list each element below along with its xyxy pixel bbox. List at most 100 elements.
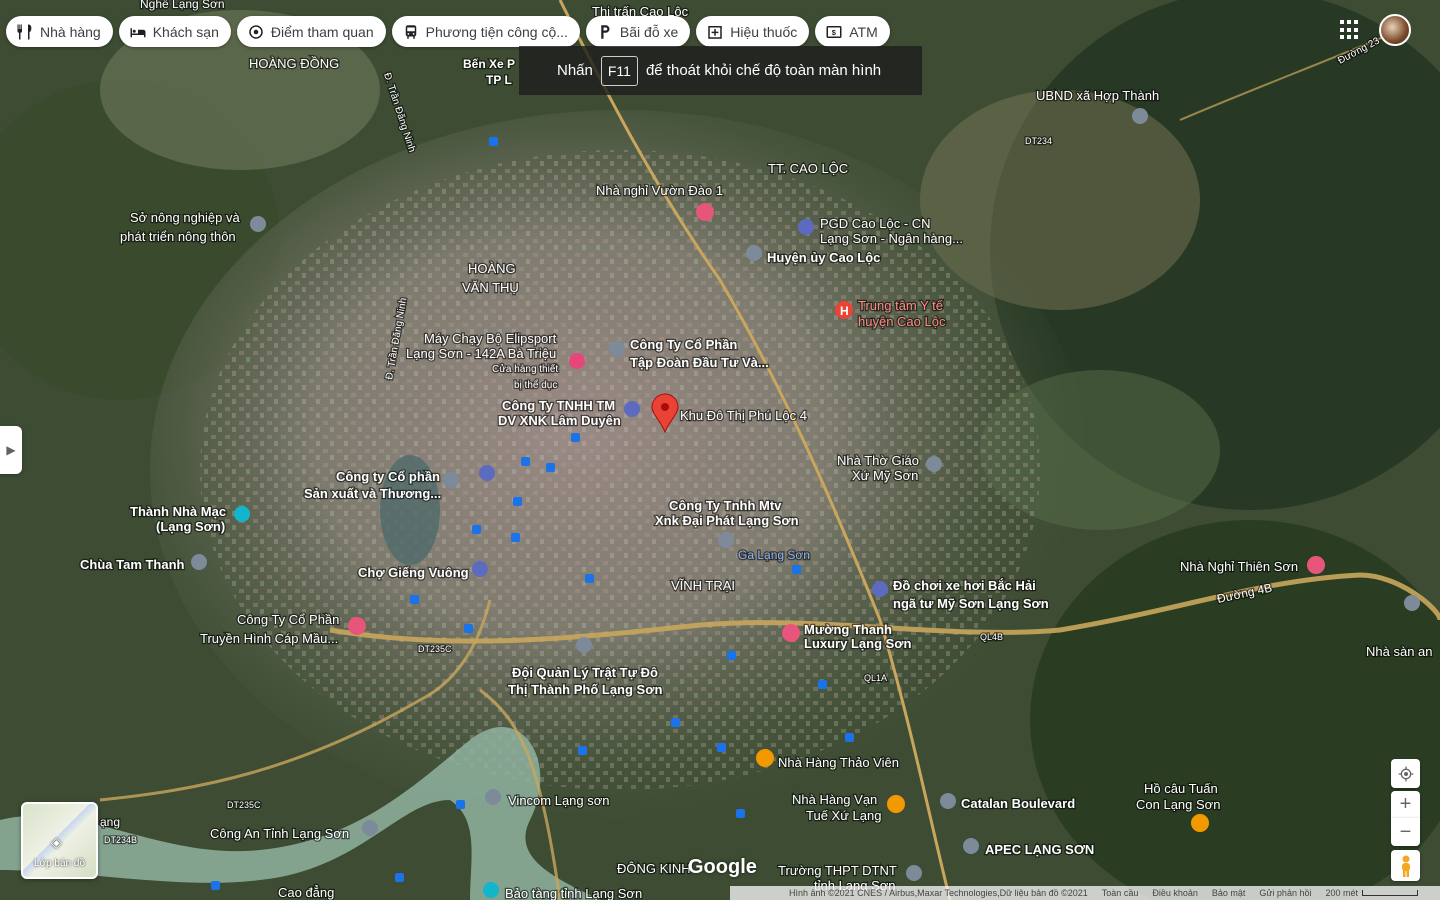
- label-doi-quan-ly-2: Thị Thành Phố Lạng Sơn: [508, 682, 662, 697]
- poi-pin[interactable]: [483, 882, 499, 898]
- poi-pin[interactable]: [872, 581, 888, 597]
- chip-transit[interactable]: Phương tiện công cộ...: [391, 16, 580, 47]
- poi-pin[interactable]: [1404, 595, 1420, 611]
- chip-pharmacy[interactable]: Hiệu thuốc: [696, 16, 810, 47]
- shield-dt234: DT234: [1025, 136, 1052, 146]
- label-vincom: Vincom Lạng sơn: [508, 793, 610, 808]
- label-hoang-van-thu-2: VĂN THỤ: [462, 280, 519, 295]
- hotel-pin[interactable]: [348, 617, 366, 635]
- layers-label: Lớp bản đồ: [33, 858, 86, 869]
- label-do-choi-bac-hai-1: Đồ chơi xe hơi Bắc Hải: [893, 578, 1036, 593]
- fullscreen-notice: Nhấn F11 để thoát khỏi chế độ toàn màn h…: [519, 46, 922, 95]
- label-may-chay-bo-2: Lạng Sơn - 142A Bà Triệu: [406, 346, 556, 361]
- chip-label: ATM: [849, 23, 878, 40]
- poi-pin[interactable]: [362, 820, 378, 836]
- poi-pin[interactable]: [479, 465, 495, 481]
- poi-pin[interactable]: [485, 789, 501, 805]
- poi-pin[interactable]: [472, 561, 488, 577]
- hotel-pin[interactable]: [1307, 556, 1325, 574]
- terms-link[interactable]: Điều khoản: [1152, 888, 1198, 898]
- label-nha-tho-2: Xứ Mỹ Sơn: [852, 468, 918, 483]
- label-do-choi-bac-hai-2: ngã tư Mỹ Sơn Lạng Sơn: [893, 596, 1049, 611]
- label-ho-cau-2: Con Lạng Sơn: [1136, 797, 1220, 812]
- zoom-out-button[interactable]: −: [1391, 818, 1420, 846]
- label-bao-tang: Bảo tàng tỉnh Lạng Sơn: [505, 886, 642, 900]
- chip-hotels[interactable]: Khách sạn: [118, 16, 231, 47]
- label-nha-hang-thao-vien: Nhà Hàng Thảo Viên: [778, 755, 899, 770]
- poi-pin[interactable]: [576, 637, 592, 653]
- label-trung-tam-y-te-1: Trung tâm Y tế: [858, 298, 944, 313]
- poi-pin[interactable]: [718, 532, 734, 548]
- crosshair-icon: [1398, 766, 1413, 781]
- satellite-map[interactable]: Nghề Lạng Sơn Thị trấn Cao Lộc HOÀNG ĐỒN…: [0, 0, 1440, 900]
- poi-pin[interactable]: [926, 456, 942, 472]
- category-chip-bar: Nhà hàng Khách sạn Điểm tham quan Phương…: [6, 16, 890, 47]
- label-cty-san-xuat-2: Sản xuất và Thương...: [304, 486, 441, 501]
- shield-dt235c: DT235C: [418, 644, 452, 654]
- label-dai-phat-2: Xnk Đại Phát Lạng Sơn: [655, 513, 799, 528]
- hospital-pin[interactable]: H: [835, 301, 853, 319]
- poi-pin[interactable]: [569, 353, 585, 369]
- poi-pin[interactable]: [624, 401, 640, 417]
- label-khu-do-thi-phu-loc-4: Khu Đô Thị Phú Lộc 4: [680, 408, 807, 423]
- chip-atm[interactable]: $ ATM: [815, 16, 890, 47]
- food-pin[interactable]: [756, 749, 774, 767]
- map-footer: Hình ảnh ©2021 CNES / Airbus,Maxar Techn…: [730, 886, 1440, 900]
- label-dai-phat-1: Công Ty Tnhh Mtv: [669, 498, 782, 513]
- plus-icon: +: [1399, 793, 1412, 815]
- label-cua-hang-1: Cửa hàng thiết: [492, 363, 558, 375]
- poi-pin[interactable]: [746, 245, 762, 261]
- food-pin[interactable]: [1191, 814, 1209, 832]
- poi-pin[interactable]: [906, 865, 922, 881]
- label-tt-cao-loc: TT. CAO LỘC: [768, 161, 848, 176]
- hotel-pin[interactable]: [782, 624, 800, 642]
- street-view-pegman-button[interactable]: [1391, 850, 1420, 881]
- label-catalan: Catalan Boulevard: [961, 796, 1075, 811]
- label-cty-san-xuat-1: Công ty Cổ phần: [336, 469, 440, 484]
- poi-pin[interactable]: [191, 554, 207, 570]
- notice-suffix: để thoát khỏi chế độ toàn màn hình: [645, 62, 882, 79]
- avatar[interactable]: [1379, 14, 1411, 46]
- svg-text:$: $: [832, 28, 837, 37]
- poi-pin[interactable]: [1132, 108, 1148, 124]
- zoom-in-button[interactable]: +: [1391, 791, 1420, 818]
- poi-pin[interactable]: [798, 219, 814, 235]
- shield-ql4b: QL4B: [980, 632, 1003, 642]
- hotel-pin[interactable]: [696, 203, 714, 221]
- label-so-nong-nghiep-2: phát triển nông thôn: [120, 229, 236, 244]
- chip-parking[interactable]: Bãi đỗ xe: [585, 16, 691, 47]
- atm-icon: $: [826, 25, 842, 38]
- shield-dt235c-2: DT235C: [227, 800, 261, 810]
- label-cong-ty-tap-doan-2: Tập Đoàn Đầu Tư Và...: [630, 355, 769, 370]
- label-doi-quan-ly-1: Đội Quản Lý Trật Tự Đô: [512, 665, 658, 680]
- chip-attractions[interactable]: Điểm tham quan: [236, 16, 386, 47]
- label-ubnd-hop-thanh: UBND xã Hợp Thành: [1036, 88, 1159, 103]
- poi-pin[interactable]: [234, 506, 250, 522]
- my-location-button[interactable]: [1391, 759, 1420, 788]
- chip-restaurants[interactable]: Nhà hàng: [6, 16, 113, 47]
- label-chua-tam-thanh: Chùa Tam Thanh: [80, 557, 185, 572]
- imagery-attribution: Hình ảnh ©2021 CNES / Airbus,Maxar Techn…: [788, 888, 1088, 898]
- notice-prefix: Nhấn: [557, 62, 593, 79]
- layers-button[interactable]: ◈ Lớp bản đồ: [21, 802, 98, 879]
- label-pgd-cao-loc-1: PGD Cao Lộc - CN: [820, 216, 931, 231]
- label-may-chay-bo-1: Máy Chạy Bộ Elipsport: [424, 331, 557, 346]
- feedback-link[interactable]: Gửi phản hồi: [1259, 888, 1311, 898]
- poi-pin[interactable]: [443, 472, 459, 488]
- poi-pin[interactable]: [940, 793, 956, 809]
- poi-pin[interactable]: [963, 838, 979, 854]
- scale-bar[interactable]: 200 mét: [1325, 888, 1418, 898]
- poi-pin[interactable]: [609, 341, 625, 357]
- chip-label: Nhà hàng: [40, 23, 101, 40]
- label-cao-dang: Cao đẳng: [278, 885, 334, 900]
- food-pin[interactable]: [887, 795, 905, 813]
- privacy-link[interactable]: Bảo mật: [1212, 888, 1246, 898]
- expand-side-panel-button[interactable]: ▶: [0, 426, 22, 474]
- label-nha-san-an: Nhà sàn an: [1366, 644, 1433, 659]
- label-cho-gieng-vuong: Chợ Giếng Vuông: [358, 565, 469, 580]
- poi-pin[interactable]: [250, 216, 266, 232]
- apps-grid-icon[interactable]: [1340, 20, 1360, 40]
- restaurant-icon: [17, 24, 32, 39]
- global-link[interactable]: Toàn cầu: [1102, 888, 1139, 898]
- label-van-tue-1: Nhà Hàng Vạn: [792, 792, 877, 807]
